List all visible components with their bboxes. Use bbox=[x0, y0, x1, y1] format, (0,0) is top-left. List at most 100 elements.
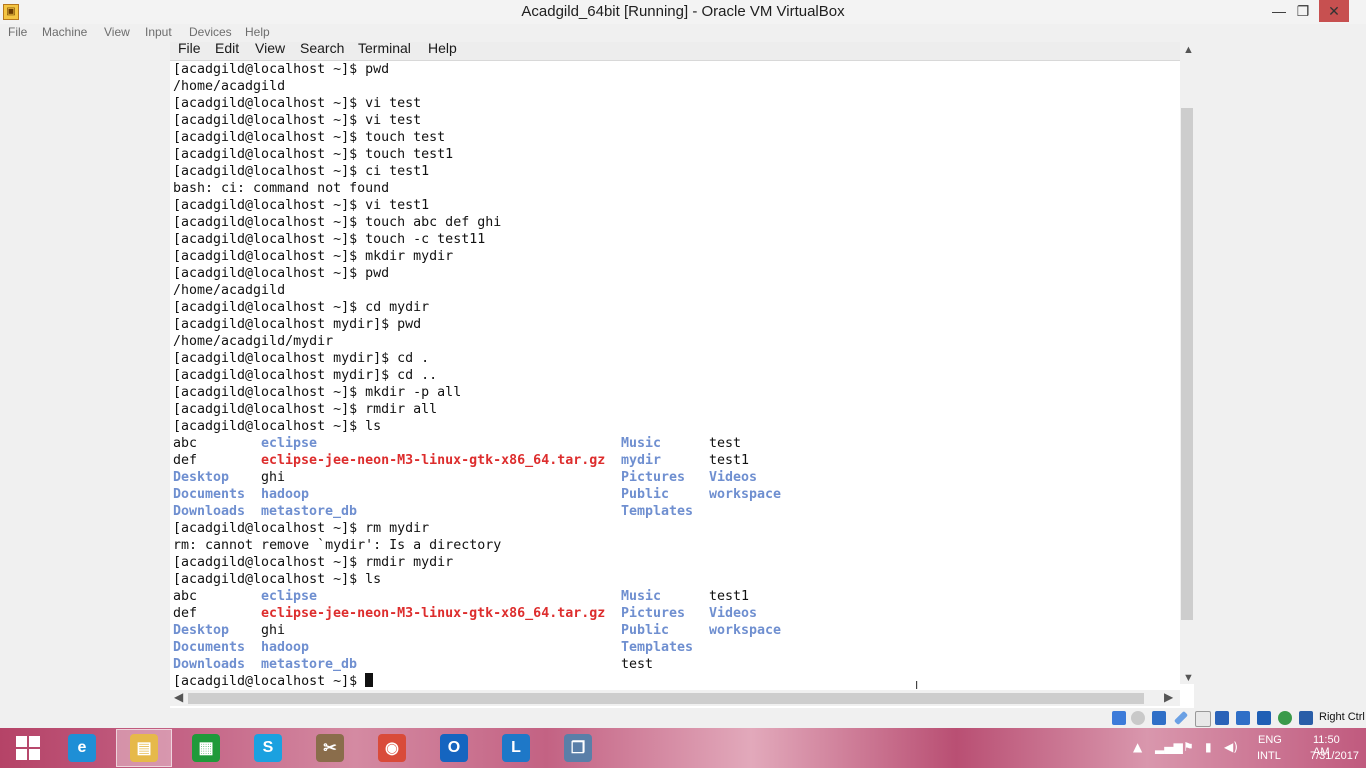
ls-directory-entry: Music bbox=[621, 436, 662, 451]
ls-directory-entry: Templates bbox=[621, 640, 694, 655]
terminal-line: [acadgild@localhost mydir]$ pwd bbox=[173, 317, 422, 332]
store-icon: ▦ bbox=[192, 734, 220, 762]
skype-icon: S bbox=[254, 734, 282, 762]
taskbar-virtualbox-button[interactable]: ❒ bbox=[550, 729, 606, 767]
ls-file-entry: test1 bbox=[709, 589, 750, 604]
terminal-menu-terminal[interactable]: Terminal bbox=[358, 40, 411, 56]
vertical-scroll-thumb[interactable] bbox=[1181, 108, 1193, 620]
ls-directory-entry: eclipse bbox=[261, 589, 318, 604]
ls-output-row: abc eclipse Music test bbox=[173, 435, 741, 452]
taskbar-store-button[interactable]: ▦ bbox=[178, 729, 234, 767]
host-key-icon[interactable] bbox=[1299, 711, 1313, 725]
terminal-menu-search[interactable]: Search bbox=[300, 40, 344, 56]
taskbar-lync-button[interactable]: L bbox=[488, 729, 544, 767]
tools-icon: ✂ bbox=[316, 734, 344, 762]
terminal-menu-help[interactable]: Help bbox=[428, 40, 457, 56]
virtualbox-status-bar: Right Ctrl bbox=[0, 708, 1366, 728]
terminal-window[interactable]: File Edit View Search Terminal Help [aca… bbox=[170, 40, 1194, 708]
optical-disk-icon[interactable] bbox=[1131, 711, 1145, 725]
terminal-line: [acadgild@localhost ~]$ touch test1 bbox=[173, 147, 454, 162]
horizontal-scroll-thumb[interactable] bbox=[188, 693, 1144, 704]
taskbar-outlook-button[interactable]: O bbox=[426, 729, 482, 767]
mouse-pointer-icon: I bbox=[915, 679, 919, 692]
terminal-line: [acadgild@localhost ~]$ rm mydir bbox=[173, 521, 430, 536]
volume-icon[interactable]: ◀) bbox=[1224, 740, 1238, 754]
battery-icon[interactable]: ▮ bbox=[1205, 740, 1212, 754]
usb-icon[interactable] bbox=[1173, 710, 1189, 726]
scroll-right-icon[interactable]: ▶ bbox=[1164, 690, 1173, 704]
ls-file-entry: ghi bbox=[261, 470, 286, 485]
ls-output-row: Downloads metastore_db Templates bbox=[173, 503, 693, 520]
windows-logo-icon bbox=[16, 736, 40, 760]
taskbar-internet-explorer-button[interactable]: e bbox=[54, 729, 110, 767]
ls-directory-entry: Public bbox=[621, 623, 670, 638]
hard-disk-icon[interactable] bbox=[1112, 711, 1126, 725]
display-icon[interactable] bbox=[1215, 711, 1229, 725]
menu-input[interactable]: Input bbox=[145, 25, 172, 39]
menu-view[interactable]: View bbox=[104, 25, 130, 39]
scroll-left-icon[interactable]: ◀ bbox=[174, 690, 183, 704]
input-language[interactable]: ENG bbox=[1258, 734, 1282, 746]
cpu-icon[interactable] bbox=[1257, 711, 1271, 725]
scroll-up-icon[interactable]: ▲ bbox=[1183, 44, 1194, 56]
menu-file[interactable]: File bbox=[8, 25, 27, 39]
ls-directory-entry: eclipse bbox=[261, 436, 318, 451]
terminal-menu-file[interactable]: File bbox=[178, 40, 201, 56]
ls-directory-entry: metastore_db bbox=[261, 657, 358, 672]
taskbar-chrome-button[interactable]: ◉ bbox=[364, 729, 420, 767]
close-button[interactable]: ✕ bbox=[1319, 0, 1349, 22]
terminal-menu-view[interactable]: View bbox=[255, 40, 285, 56]
ls-file-entry: test bbox=[709, 436, 742, 451]
ls-directory-entry: Music bbox=[621, 589, 662, 604]
ls-directory-entry: Pictures bbox=[621, 606, 686, 621]
ls-directory-entry: Downloads bbox=[173, 504, 246, 519]
ls-output-row: Downloads metastore_db test bbox=[173, 656, 653, 673]
ls-file-entry: def bbox=[173, 606, 198, 621]
shared-folders-icon[interactable] bbox=[1195, 711, 1211, 727]
taskbar-file-explorer-button[interactable]: ▤ bbox=[116, 729, 172, 767]
terminal-line: /home/acadgild bbox=[173, 79, 286, 94]
network-signal-icon[interactable]: ▂▄▆ bbox=[1155, 740, 1183, 754]
terminal-line: [acadgild@localhost ~]$ ls bbox=[173, 572, 382, 587]
network-icon[interactable] bbox=[1152, 711, 1166, 725]
show-hidden-icons-icon[interactable]: ▲ bbox=[1133, 740, 1142, 754]
taskbar-tools-button[interactable]: ✂ bbox=[302, 729, 358, 767]
window-title-bar: ▣ Acadgild_64bit [Running] - Oracle VM V… bbox=[0, 0, 1366, 24]
mouse-integration-icon[interactable] bbox=[1278, 711, 1292, 725]
horizontal-scrollbar[interactable]: ◀ ▶ bbox=[170, 690, 1180, 706]
ls-directory-entry: Desktop bbox=[173, 470, 230, 485]
video-capture-icon[interactable] bbox=[1236, 711, 1250, 725]
chrome-icon: ◉ bbox=[378, 734, 406, 762]
start-button[interactable] bbox=[0, 729, 56, 767]
flag-icon[interactable]: ⚑ bbox=[1183, 740, 1194, 754]
ls-directory-entry: Downloads bbox=[173, 657, 246, 672]
menu-help[interactable]: Help bbox=[245, 25, 270, 39]
ls-file-entry: def bbox=[173, 453, 198, 468]
taskbar-skype-button[interactable]: S bbox=[240, 729, 296, 767]
menu-machine[interactable]: Machine bbox=[42, 25, 87, 39]
vertical-scrollbar[interactable]: ▲ ▼ bbox=[1180, 42, 1194, 684]
ls-output-row: Desktop ghi Public workspace bbox=[173, 622, 781, 639]
internet-explorer-icon: e bbox=[68, 734, 96, 762]
menu-devices[interactable]: Devices bbox=[189, 25, 232, 39]
terminal-prompt-line[interactable]: [acadgild@localhost ~]$ bbox=[173, 673, 501, 690]
ls-archive-entry: eclipse-jee-neon-M3-linux-gtk-x86_64.tar… bbox=[261, 453, 606, 468]
terminal-cursor bbox=[365, 673, 374, 687]
scroll-down-icon[interactable]: ▼ bbox=[1183, 672, 1194, 684]
terminal-menu-edit[interactable]: Edit bbox=[215, 40, 239, 56]
ls-directory-entry: Videos bbox=[709, 470, 758, 485]
restore-button[interactable]: ❐ bbox=[1288, 0, 1318, 22]
input-language-variant[interactable]: INTL bbox=[1257, 750, 1281, 762]
ls-directory-entry: Videos bbox=[709, 606, 758, 621]
terminal-line: /home/acadgild bbox=[173, 283, 286, 298]
ls-output-row: Documents hadoop Public workspace bbox=[173, 486, 781, 503]
ls-directory-entry: workspace bbox=[709, 623, 782, 638]
terminal-line: [acadgild@localhost ~]$ touch abc def gh… bbox=[173, 215, 502, 230]
terminal-output[interactable]: [acadgild@localhost ~]$ pwd/home/acadgil… bbox=[173, 61, 781, 690]
ls-directory-entry: metastore_db bbox=[261, 504, 358, 519]
host-key-label: Right Ctrl bbox=[1319, 711, 1365, 723]
clock-date[interactable]: 7/31/2017 bbox=[1310, 750, 1359, 762]
terminal-line: [acadgild@localhost ~]$ pwd bbox=[173, 62, 390, 77]
outlook-icon: O bbox=[440, 734, 468, 762]
terminal-line: [acadgild@localhost ~]$ vi test bbox=[173, 113, 422, 128]
